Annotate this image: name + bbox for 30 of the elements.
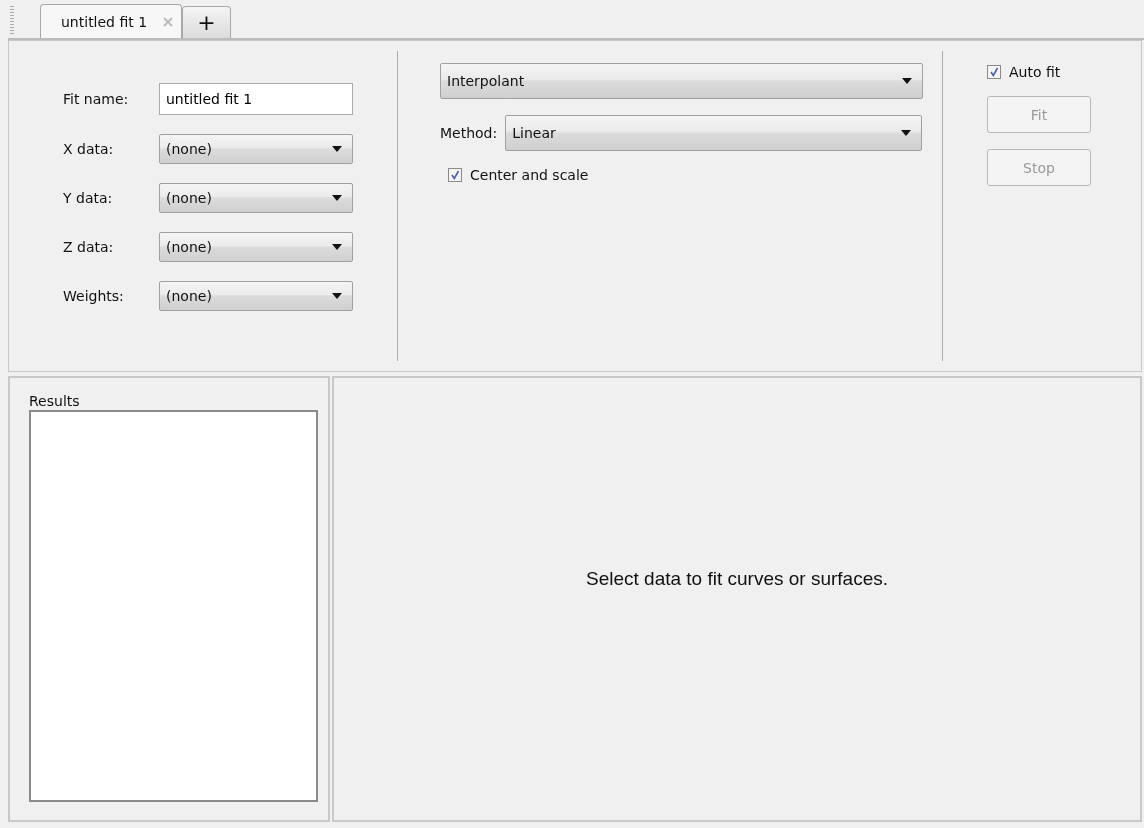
close-icon[interactable] (163, 16, 174, 27)
caret-icon (901, 130, 911, 136)
field-label: Weights: (63, 288, 125, 304)
dropdown[interactable]: Linear (505, 115, 922, 151)
dropdown[interactable]: (none) (159, 281, 353, 311)
dropdown[interactable]: (none) (159, 134, 353, 164)
dropdown[interactable]: Interpolant (440, 63, 923, 99)
field-label: Y data: (63, 190, 114, 206)
dropdown[interactable]: (none) (159, 232, 353, 262)
tab[interactable]: + (182, 6, 231, 38)
caret-icon (902, 78, 912, 84)
checkbox[interactable] (448, 168, 462, 182)
field-label: Z data: (63, 239, 115, 255)
caret-icon (332, 146, 342, 152)
tab[interactable]: untitled fit 1 (40, 4, 183, 38)
empty-message: Select data to fit curves or surfaces. (586, 568, 888, 591)
field-label: Method: (440, 125, 498, 141)
checkbox-label: Auto fit (1009, 64, 1061, 80)
fit-name-field[interactable]: untitled fit 1 (159, 83, 353, 115)
field-label: X data: (63, 141, 115, 157)
caret-icon (332, 244, 342, 250)
checkbox[interactable] (987, 65, 1001, 79)
grip-handle[interactable] (10, 6, 14, 36)
results-title: Results (29, 392, 81, 410)
results-list[interactable] (29, 410, 318, 802)
caret-icon (332, 195, 342, 201)
caret-icon (332, 293, 342, 299)
dropdown[interactable]: (none) (159, 183, 353, 213)
checkbox-label: Center and scale (470, 167, 589, 183)
field-label: Fit name: (63, 91, 130, 107)
